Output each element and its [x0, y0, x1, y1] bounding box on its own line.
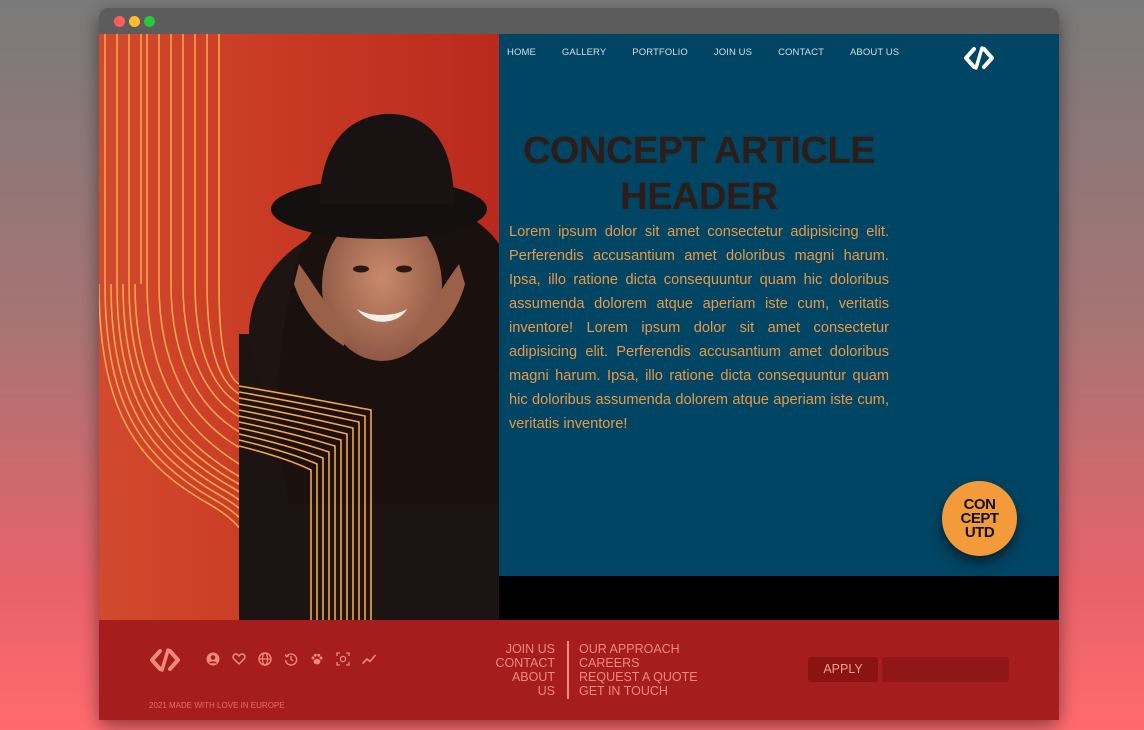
nav-about-us[interactable]: ABOUT US: [850, 47, 899, 58]
hero-image-panel: [99, 34, 499, 620]
main-nav: HOME GALLERY PORTFOLIO JOIN US CONTACT A…: [507, 47, 925, 58]
concept-badge-button[interactable]: CON CEPT UTD: [942, 481, 1017, 556]
footer-link-about[interactable]: ABOUT: [475, 670, 555, 684]
site-footer: 2021 MADE WITH LOVE IN EUROPE JOIN US CO…: [99, 620, 1059, 720]
hero-illustration: [99, 34, 499, 620]
nav-join-us[interactable]: JOIN US: [714, 47, 752, 58]
footer-link-us[interactable]: US: [475, 684, 555, 698]
footer-links-secondary: OUR APPROACH CAREERS REQUEST A QUOTE GET…: [579, 642, 698, 698]
article-body: Lorem ipsum dolor sit amet consectetur a…: [509, 224, 889, 432]
copyright-text: 2021 MADE WITH LOVE IN EUROPE: [149, 701, 285, 710]
badge-line: UTD: [964, 523, 995, 541]
close-window-button[interactable]: [114, 16, 125, 27]
nav-home[interactable]: HOME: [507, 47, 536, 58]
footer-link-join-us[interactable]: JOIN US: [475, 642, 555, 656]
nav-portfolio[interactable]: PORTFOLIO: [632, 47, 688, 58]
brand-logo-icon[interactable]: [963, 46, 995, 70]
social-icons: [206, 652, 376, 666]
trend-icon[interactable]: [362, 652, 376, 666]
footer-link-get-in-touch[interactable]: GET IN TOUCH: [579, 684, 698, 698]
nav-contact[interactable]: CONTACT: [778, 47, 824, 58]
paw-icon[interactable]: [310, 652, 324, 666]
apply-email-input[interactable]: [882, 657, 1009, 682]
heart-icon[interactable]: [232, 652, 246, 666]
article-headline: CONCEPT ARTICLE HEADER: [522, 130, 876, 218]
minimize-window-button[interactable]: [129, 16, 140, 27]
footer-logo-icon[interactable]: [149, 648, 181, 672]
nav-gallery[interactable]: GALLERY: [562, 47, 606, 58]
apply-button[interactable]: APPLY: [808, 657, 878, 682]
focus-icon[interactable]: [336, 652, 350, 666]
history-icon[interactable]: [284, 652, 298, 666]
maximize-window-button[interactable]: [144, 16, 155, 27]
globe-icon[interactable]: [258, 652, 272, 666]
footer-divider: [567, 641, 569, 699]
footer-link-request-quote[interactable]: REQUEST A QUOTE: [579, 670, 698, 684]
footer-link-contact[interactable]: CONTACT: [475, 656, 556, 670]
hero-bottom-strip: [499, 576, 1059, 620]
footer-link-careers[interactable]: CAREERS: [579, 656, 698, 670]
footer-links-primary: JOIN US CONTACT ABOUT US: [475, 642, 556, 698]
title-bar: [99, 8, 1059, 34]
portrait-figure: [239, 113, 499, 620]
user-circle-icon[interactable]: [206, 652, 220, 666]
footer-link-our-approach[interactable]: OUR APPROACH: [579, 642, 698, 656]
